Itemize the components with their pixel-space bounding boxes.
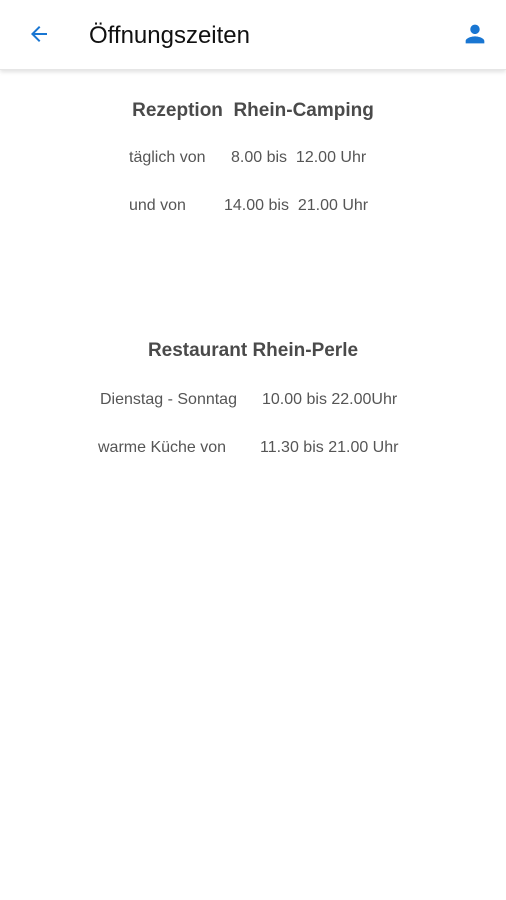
- arrow-left-icon: [27, 22, 51, 51]
- profile-button[interactable]: [456, 17, 494, 55]
- restaurant-heading: Restaurant Rhein-Perle: [147, 340, 359, 361]
- reception-row-2-time: 14.00 bis 21.00 Uhr: [224, 197, 369, 214]
- restaurant-row-2-label: warme Küche von: [98, 439, 227, 456]
- page-title: Öffnungszeiten: [89, 22, 251, 49]
- restaurant-row-2-time: 11.30 bis 21.00 Uhr: [260, 439, 399, 456]
- reception-heading: Rezeption Rhein-Camping: [132, 100, 374, 121]
- person-icon: [461, 20, 489, 53]
- opening-hours-content: Rezeption Rhein-Camping täglich von 8.00…: [0, 70, 506, 900]
- reception-row-2-label: und von: [129, 197, 186, 214]
- restaurant-row-1-label: Dienstag - Sonntag: [100, 391, 237, 408]
- reception-row-1-label: täglich von: [129, 149, 206, 166]
- back-button[interactable]: [20, 17, 58, 55]
- reception-row-1-time: 8.00 bis 12.00 Uhr: [231, 149, 367, 166]
- restaurant-row-1-time: 10.00 bis 22.00Uhr: [262, 391, 398, 408]
- app-bar: Öffnungszeiten: [0, 0, 506, 70]
